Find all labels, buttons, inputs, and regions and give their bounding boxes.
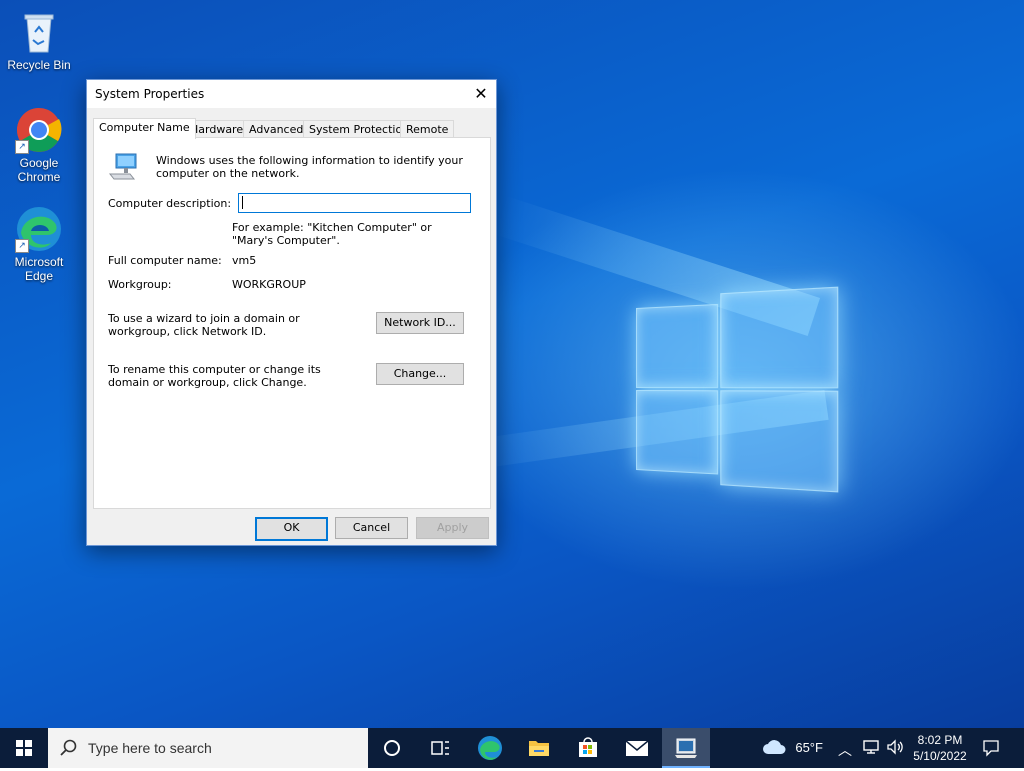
description-label: Computer description: bbox=[108, 197, 232, 210]
task-view-button[interactable] bbox=[416, 728, 464, 768]
notification-center-icon[interactable] bbox=[982, 739, 1000, 760]
search-icon bbox=[60, 739, 77, 756]
task-view-cortana-button[interactable] bbox=[368, 728, 416, 768]
taskbar-microsoft-store[interactable] bbox=[564, 728, 612, 768]
tab-advanced[interactable]: Advanced bbox=[243, 120, 310, 138]
taskbar-edge[interactable] bbox=[466, 728, 514, 768]
text-caret bbox=[242, 196, 243, 209]
dialog-title: System Properties bbox=[95, 87, 205, 101]
network-id-text: To use a wizard to join a domain or work… bbox=[108, 312, 300, 338]
workgroup-value: WORKGROUP bbox=[232, 278, 306, 291]
apply-button[interactable]: Apply bbox=[416, 517, 489, 539]
full-name-label: Full computer name: bbox=[108, 254, 222, 267]
shortcut-arrow-icon: ↗ bbox=[15, 140, 29, 154]
chevron-up-icon[interactable]: ︿ bbox=[838, 740, 852, 760]
store-icon bbox=[579, 737, 597, 757]
windows-start-icon bbox=[16, 740, 32, 756]
shortcut-arrow-icon: ↗ bbox=[15, 239, 29, 253]
start-button[interactable] bbox=[0, 728, 48, 768]
desktop-icon-google-chrome[interactable]: ↗ Google Chrome bbox=[3, 106, 75, 184]
change-button[interactable]: Change... bbox=[376, 363, 464, 385]
volume-icon[interactable] bbox=[886, 739, 904, 758]
cloud-icon bbox=[763, 740, 786, 754]
mail-icon bbox=[625, 740, 649, 756]
computer-icon bbox=[108, 152, 140, 182]
network-id-button[interactable]: Network ID... bbox=[376, 312, 464, 334]
taskbar-search-box[interactable]: Type here to search bbox=[48, 728, 368, 768]
taskbar: Type here to search 65°F ︿ 8:02 PM 5/10/… bbox=[0, 728, 1024, 768]
desktop-icon-label: Microsoft Edge bbox=[14, 255, 64, 283]
cancel-button[interactable]: Cancel bbox=[335, 517, 408, 539]
chrome-icon: ↗ bbox=[15, 106, 63, 154]
cortana-circle-icon bbox=[384, 740, 400, 756]
example-text: For example: "Kitchen Computer" or "Mary… bbox=[232, 221, 432, 247]
tab-remote[interactable]: Remote bbox=[400, 120, 455, 138]
taskbar-system-properties[interactable] bbox=[662, 728, 710, 768]
tab-system-protection[interactable]: System Protection bbox=[303, 120, 416, 138]
system-properties-dialog: System Properties ✕ Computer Name Hardwa… bbox=[86, 79, 497, 546]
network-icon[interactable] bbox=[862, 739, 880, 758]
weather-temperature: 65°F bbox=[795, 739, 823, 755]
dialog-titlebar[interactable]: System Properties ✕ bbox=[87, 80, 496, 108]
full-name-value: vm5 bbox=[232, 254, 257, 267]
desktop-icon-label: Recycle Bin bbox=[7, 58, 71, 72]
change-text: To rename this computer or change its do… bbox=[108, 363, 321, 389]
task-view-icon bbox=[431, 741, 449, 755]
edge-icon: ↗ bbox=[15, 205, 63, 253]
system-properties-icon bbox=[675, 738, 697, 758]
weather-widget[interactable]: 65°F bbox=[762, 738, 823, 756]
clock[interactable]: 8:02 PM 5/10/2022 bbox=[910, 732, 970, 764]
close-icon[interactable]: ✕ bbox=[466, 80, 496, 108]
search-placeholder: Type here to search bbox=[88, 740, 212, 756]
windows-logo-wallpaper bbox=[636, 278, 839, 493]
clock-time: 8:02 PM bbox=[917, 733, 963, 747]
tab-computer-name[interactable]: Computer Name bbox=[93, 118, 196, 139]
intro-text: Windows uses the following information t… bbox=[156, 154, 463, 180]
desktop-icon-recycle-bin[interactable]: Recycle Bin bbox=[3, 8, 75, 72]
ok-button[interactable]: OK bbox=[255, 517, 328, 541]
workgroup-label: Workgroup: bbox=[108, 278, 172, 291]
clock-date: 5/10/2022 bbox=[913, 749, 967, 763]
folder-icon bbox=[529, 741, 549, 756]
taskbar-mail[interactable] bbox=[613, 728, 661, 768]
taskbar-file-explorer[interactable] bbox=[515, 728, 563, 768]
desktop-icon-microsoft-edge[interactable]: ↗ Microsoft Edge bbox=[3, 205, 75, 283]
edge-icon bbox=[478, 736, 502, 760]
recycle-bin-icon bbox=[15, 8, 63, 56]
computer-description-input[interactable] bbox=[238, 193, 471, 213]
computer-name-panel: Windows uses the following information t… bbox=[93, 137, 491, 509]
desktop-icon-label: Google Chrome bbox=[17, 156, 61, 184]
